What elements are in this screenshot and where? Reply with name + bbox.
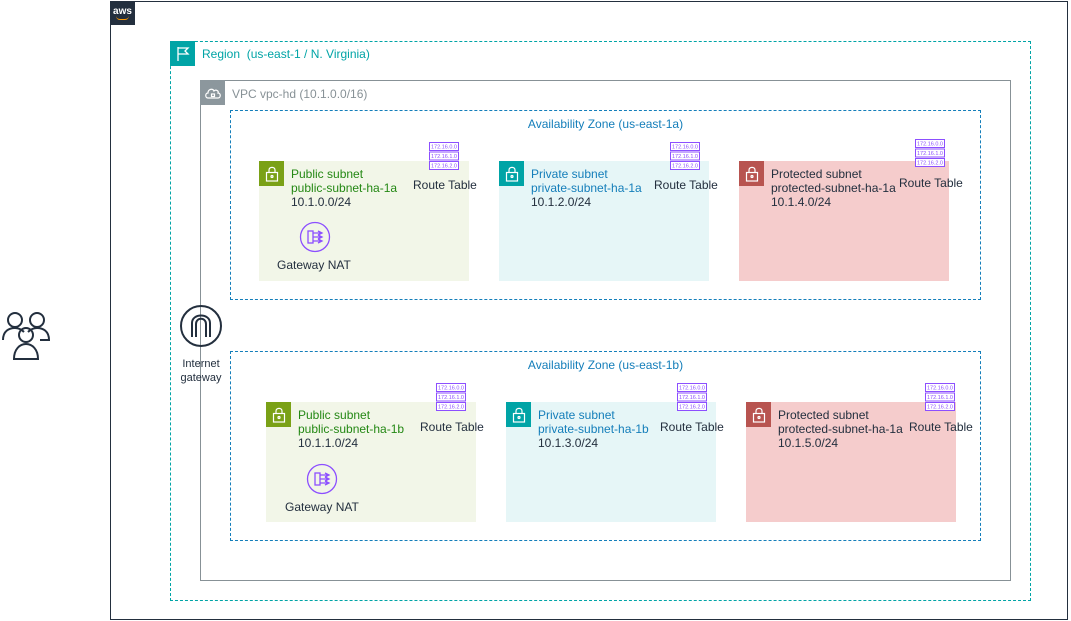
nat-gateway-label: Gateway NAT: [285, 500, 359, 514]
route-table-entry: 172.16.1.0: [672, 154, 698, 160]
availability-zone-1a-label: Availability Zone (us-east-1a): [527, 117, 684, 131]
route-table-entry: 172.16.1.0: [679, 395, 705, 401]
subnet-type: Private subnet: [538, 408, 615, 422]
private-subnet-1a-text: Private subnet private-subnet-ha-1a 10.1…: [531, 167, 642, 209]
subnet-type: Public subnet: [291, 167, 364, 181]
route-table-icon: 172.16.0.0 172.16.1.0 172.16.2.0: [915, 139, 945, 172]
subnet-type: Public subnet: [298, 408, 371, 422]
availability-zone-1b-label: Availability Zone (us-east-1b): [527, 358, 684, 372]
route-table-icon: 172.16.0.0 172.16.1.0 172.16.2.0: [670, 142, 700, 175]
route-table-label: Route Table: [654, 178, 718, 192]
internet-gateway-label-line1: Internet: [182, 358, 220, 370]
subnet-name: public-subnet-ha-1b: [298, 422, 405, 436]
route-table-entry: 172.16.0.0: [431, 145, 457, 151]
lock-icon: [739, 161, 764, 186]
subnet-type: Private subnet: [531, 167, 608, 181]
route-table-entry: 172.16.2.0: [431, 164, 457, 170]
subnet-cidr: 10.1.3.0/24: [538, 436, 599, 450]
subnet-name: private-subnet-ha-1a: [531, 181, 642, 195]
route-table-entry: 172.16.2.0: [679, 405, 705, 411]
lock-icon: [506, 402, 531, 427]
protected-subnet-1b-text: Protected subnet protected-subnet-ha-1a …: [778, 408, 903, 450]
subnet-name: private-subnet-ha-1b: [538, 422, 649, 436]
route-table-label: Route Table: [909, 420, 973, 434]
vpc-cloud-lock-icon: [200, 80, 225, 105]
route-table-entry: 172.16.2.0: [917, 161, 943, 167]
protected-subnet-1a-text: Protected subnet protected-subnet-ha-1a …: [771, 167, 896, 209]
subnet-cidr: 10.1.5.0/24: [778, 436, 839, 450]
internet-gateway-label: Internet gateway: [170, 357, 232, 385]
subnet-name: protected-subnet-ha-1a: [771, 181, 896, 195]
vpc-label: VPC vpc-hd (10.1.0.0/16): [232, 87, 368, 101]
nat-gateway-label: Gateway NAT: [277, 258, 351, 272]
route-table-entry: 172.16.2.0: [927, 405, 953, 411]
nat-gateway-icon: [306, 463, 338, 495]
nat-gateway-icon: [299, 221, 331, 253]
route-table-entry: 172.16.1.0: [927, 395, 953, 401]
route-table-label: Route Table: [413, 178, 477, 192]
route-table-entry: 172.16.1.0: [431, 154, 457, 160]
route-table-label: Route Table: [899, 176, 963, 190]
subnet-cidr: 10.1.4.0/24: [771, 195, 832, 209]
subnet-name: protected-subnet-ha-1a: [778, 422, 903, 436]
subnet-type: Protected subnet: [771, 167, 862, 181]
users-icon: [0, 308, 52, 362]
route-table-icon: 172.16.0.0 172.16.1.0 172.16.2.0: [436, 383, 466, 416]
public-subnet-1b-text: Public subnet public-subnet-ha-1b 10.1.1…: [298, 408, 404, 450]
route-table-entry: 172.16.2.0: [672, 164, 698, 170]
route-table-icon: 172.16.0.0 172.16.1.0 172.16.2.0: [925, 383, 955, 416]
route-table-entry: 172.16.0.0: [679, 386, 705, 392]
region-label: Region (us-east-1 / N. Virginia): [202, 47, 370, 61]
route-table-icon: 172.16.0.0 172.16.1.0 172.16.2.0: [677, 383, 707, 416]
flag-icon: [170, 41, 195, 66]
route-table-entry: 172.16.0.0: [672, 145, 698, 151]
aws-logo: aws: [110, 1, 135, 25]
lock-icon: [746, 402, 771, 427]
private-subnet-1b-text: Private subnet private-subnet-ha-1b 10.1…: [538, 408, 649, 450]
lock-icon: [499, 161, 524, 186]
route-table-entry: 172.16.1.0: [438, 395, 464, 401]
route-table-entry: 172.16.2.0: [438, 405, 464, 411]
lock-icon: [266, 402, 291, 427]
internet-gateway-label-line2: gateway: [180, 372, 222, 384]
public-subnet-1a-text: Public subnet public-subnet-ha-1a 10.1.0…: [291, 167, 397, 209]
aws-logo-text: aws: [113, 5, 132, 17]
route-table-entry: 172.16.1.0: [917, 151, 943, 157]
route-table-icon: 172.16.0.0 172.16.1.0 172.16.2.0: [429, 142, 459, 175]
subnet-cidr: 10.1.2.0/24: [531, 195, 592, 209]
route-table-label: Route Table: [660, 420, 724, 434]
subnet-cidr: 10.1.0.0/24: [291, 195, 352, 209]
subnet-name: public-subnet-ha-1a: [291, 181, 398, 195]
subnet-type: Protected subnet: [778, 408, 869, 422]
lock-icon: [259, 161, 284, 186]
route-table-label: Route Table: [420, 420, 484, 434]
route-table-entry: 172.16.0.0: [927, 386, 953, 392]
subnet-cidr: 10.1.1.0/24: [298, 436, 359, 450]
route-table-entry: 172.16.0.0: [917, 142, 943, 148]
route-table-entry: 172.16.0.0: [438, 386, 464, 392]
internet-gateway-icon: [179, 304, 223, 348]
